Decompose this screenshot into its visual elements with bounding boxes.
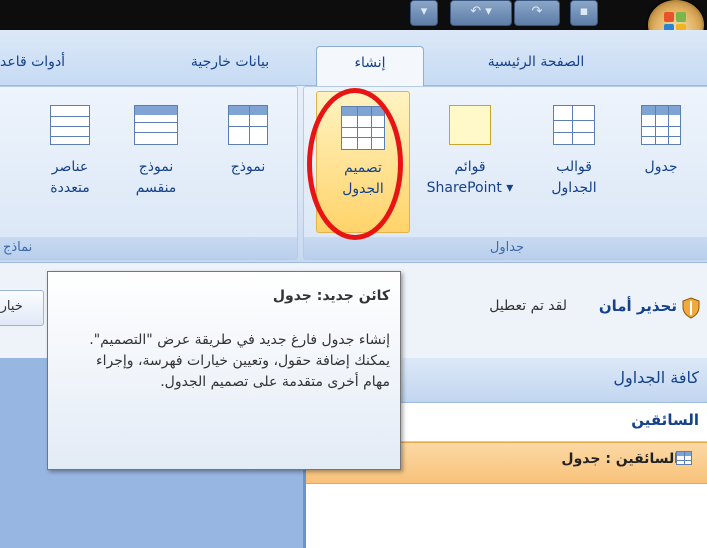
table-button-label: جدول	[644, 159, 678, 175]
tooltip: كائن جديد: جدول إنشاء جدول فارغ جديد في …	[47, 271, 401, 470]
table-templates-button-label: قوالب الجداول	[551, 159, 597, 196]
table-templates-icon	[553, 105, 595, 145]
sharepoint-lists-button[interactable]: قوائم SharePoint ▾	[414, 91, 526, 231]
forms-group-label: نماذج	[0, 237, 297, 259]
redo-icon[interactable]: ↷	[514, 0, 560, 26]
table-templates-button[interactable]: قوالب الجداول	[530, 91, 618, 231]
security-warning-title: تحذير أمان	[598, 297, 677, 315]
form-icon	[228, 105, 268, 145]
tab-database-tools[interactable]: أدوات قاعد	[0, 46, 150, 84]
tables-group-label: جداول	[304, 237, 707, 259]
tab-create[interactable]: إنشاء	[316, 46, 424, 87]
table-button[interactable]: جدول	[622, 91, 700, 231]
tab-home[interactable]: الصفحة الرئيسية	[446, 46, 626, 84]
security-warning-message: لقد تم تعطيل	[489, 298, 567, 314]
nav-table-item-label: السائقين : جدول	[561, 451, 679, 467]
tooltip-title: كائن جديد: جدول	[272, 288, 390, 304]
multiple-items-button-label: عناصر متعددة	[50, 159, 90, 196]
quick-access-toolbar: ▾ ↶ ▾ ↷ ▪	[410, 0, 640, 26]
multiple-items-button[interactable]: عناصر متعددة	[31, 91, 109, 231]
sharepoint-lists-button-label: قوائم SharePoint ▾	[426, 159, 514, 196]
form-button-label: نموذج	[230, 159, 266, 175]
split-form-button[interactable]: نموذج منقسم	[111, 91, 201, 231]
forms-group: نموذج نموذج منقسم عناصر متعددة نماذج	[0, 86, 298, 260]
sharepoint-lists-icon	[449, 105, 491, 145]
table-icon	[641, 105, 681, 145]
multiple-items-icon	[50, 105, 90, 145]
split-form-button-label: نموذج منقسم	[135, 159, 177, 196]
navigation-pane-title: كافة الجداول	[613, 368, 699, 387]
undo-icon[interactable]: ↶ ▾	[450, 0, 512, 26]
split-form-icon	[134, 105, 178, 145]
annotation-ellipse	[307, 88, 403, 240]
save-icon[interactable]: ▪	[570, 0, 598, 26]
tooltip-body: إنشاء جدول فارغ جديد في طريقة عرض "التصم…	[89, 332, 390, 390]
table-icon	[676, 451, 692, 465]
shield-icon	[682, 297, 700, 319]
form-button[interactable]: نموذج	[207, 91, 289, 231]
ribbon-tab-row: الصفحة الرئيسية إنشاء بيانات خارجية أدوا…	[0, 30, 707, 87]
tab-external-data[interactable]: بيانات خارجية	[160, 46, 300, 84]
security-options-button[interactable]: خيارا	[0, 290, 44, 326]
nav-group-title: السائقين	[631, 411, 699, 429]
customize-qat-icon[interactable]: ▾	[410, 0, 438, 26]
